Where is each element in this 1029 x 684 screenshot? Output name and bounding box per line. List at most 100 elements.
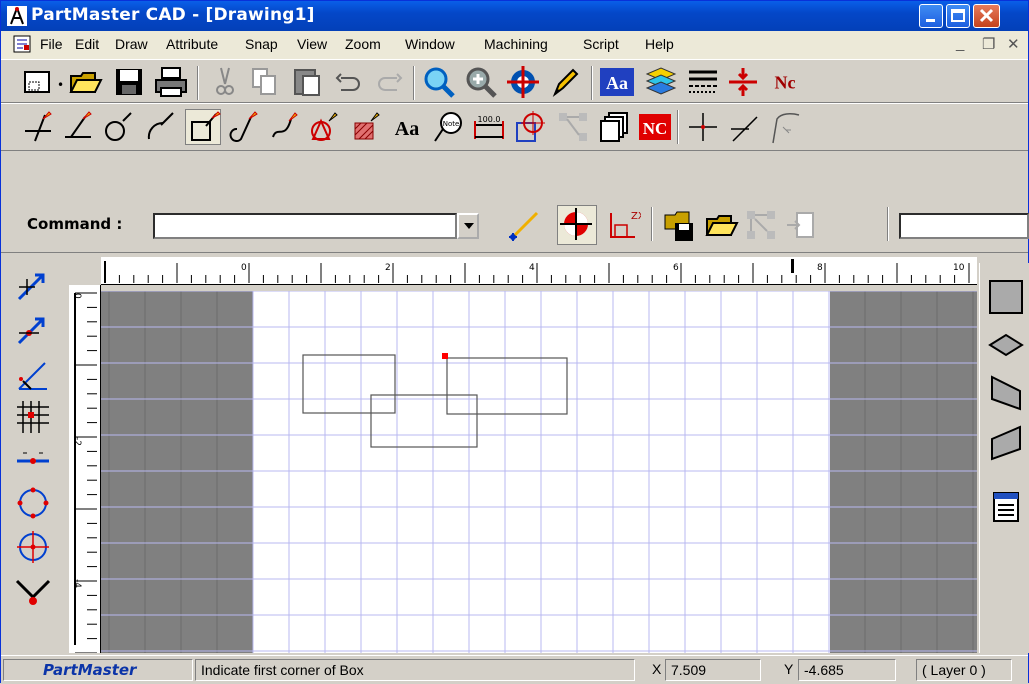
layer-indicator[interactable]: ( Layer 0 ) [916,659,1012,681]
nc-program-button[interactable]: NC [637,109,673,145]
node-button[interactable] [555,109,591,145]
zoom-button[interactable] [421,64,457,100]
save-button[interactable] [111,64,147,100]
select-tool-button[interactable] [15,269,51,305]
command-dropdown-button[interactable] [457,213,479,239]
font-icon: Aa [600,68,634,96]
quadrant-icon [17,487,49,519]
text-tool-label: Aa [395,118,419,140]
nc-button[interactable]: Nc [767,64,807,100]
polygon-icon [311,112,338,141]
new-document-icon [24,71,50,93]
mdi-minimize-button[interactable]: _ [956,35,964,52]
menu-file[interactable]: File [40,36,63,52]
layers-button[interactable] [643,64,679,100]
drawing-area[interactable] [101,291,977,653]
snap-endpoint-button[interactable] [507,207,543,243]
menu-window[interactable]: Window [405,36,455,52]
maximize-icon [951,9,965,22]
command-input[interactable] [153,213,457,239]
menu-snap[interactable]: Snap [245,36,278,52]
note-button[interactable]: Note [431,109,467,145]
polyline-button[interactable] [227,109,263,145]
snap-grid-button[interactable] [15,399,51,435]
menu-script[interactable]: Script [583,36,619,52]
edit-pencil-button[interactable] [547,64,583,100]
view-front-button[interactable] [988,425,1024,461]
point-button[interactable] [307,109,343,145]
view-plane-button[interactable]: ZX [605,207,645,243]
menu-edit[interactable]: Edit [75,36,99,52]
open-button[interactable] [67,64,103,100]
snap-midpoint-button[interactable] [15,443,51,479]
circle-button[interactable] [101,109,137,145]
fillet-button[interactable] [767,109,803,145]
v-ruler-label-minus2: -2 [72,437,82,446]
menu-machining[interactable]: Machining [484,36,548,52]
trim-button[interactable] [727,109,763,145]
spline-button[interactable] [267,109,303,145]
maximize-button[interactable] [946,4,970,28]
menu-attribute[interactable]: Attribute [166,36,218,52]
cut-button[interactable] [207,64,243,100]
open-template-button[interactable] [703,207,739,243]
undo-button[interactable] [331,64,367,100]
intersection-icon [15,579,51,605]
redo-button[interactable] [371,64,407,100]
paste-button[interactable] [289,64,325,100]
arc-button[interactable] [143,109,179,145]
fillet-icon [772,113,800,144]
snap-perpendicular-button[interactable] [15,357,51,393]
mdi-close-button[interactable]: ✕ [1007,35,1020,53]
new-button[interactable] [19,64,55,100]
new-dropdown-arrow[interactable]: • [57,78,64,92]
text-button[interactable]: Aa [389,109,425,145]
view-iso-button[interactable] [988,327,1024,363]
document-icon[interactable] [13,35,31,53]
hatch-button[interactable] [349,109,385,145]
copy-entity-button[interactable] [597,109,633,145]
snap-quadrant-button[interactable] [15,485,51,521]
minimize-button[interactable] [919,4,943,28]
menu-help[interactable]: Help [645,36,674,52]
pan-button[interactable] [505,64,541,100]
line-vertical-button[interactable] [21,109,57,145]
copy-button[interactable] [247,64,283,100]
line-type-button[interactable] [685,64,721,100]
line-horizontal-button[interactable] [61,109,97,145]
view-top-button[interactable] [988,279,1024,315]
properties-button[interactable] [988,489,1024,525]
save-template-button[interactable] [661,207,697,243]
snap-circle-center-button[interactable] [15,529,51,565]
title-bar[interactable]: PartMaster CAD - [Drawing1] [1,1,1028,31]
close-button[interactable] [973,4,1000,28]
snap-center-button[interactable] [557,205,597,245]
hierarchy-button[interactable] [743,207,779,243]
right-sheet-margin [830,291,977,653]
view-side-button[interactable] [988,375,1024,411]
grid-snap-icon [17,401,49,433]
secondary-command-field[interactable] [899,213,1029,239]
menu-draw[interactable]: Draw [115,36,148,52]
import-button[interactable] [783,207,819,243]
center-mark-button[interactable] [513,109,549,145]
menu-zoom[interactable]: Zoom [345,36,381,52]
print-button[interactable] [153,64,189,100]
zoom-in-button[interactable] [463,64,499,100]
save-folder-icon [664,211,693,241]
dimension-linear-button[interactable]: 100.0 [471,109,507,145]
font-button[interactable]: Aa [599,64,635,100]
dimension-button[interactable] [725,64,761,100]
snap-intersection-button[interactable] [15,571,51,607]
status-message: Indicate first corner of Box [195,659,635,681]
menu-bar: File Edit Draw Attribute Snap View Zoom … [1,31,1028,60]
snap-end-button[interactable] [15,313,51,349]
horizontal-ruler[interactable]: 0 2 4 6 8 10 [101,257,977,285]
drawing-canvas[interactable] [101,291,977,653]
menu-view[interactable]: View [297,36,327,52]
printer-icon [155,67,187,97]
crosshair-button[interactable] [685,109,721,145]
vertical-ruler[interactable]: 0 -2 -4 [69,285,101,653]
mdi-restore-button[interactable]: ❐ [982,35,995,53]
box-button[interactable] [185,109,221,145]
